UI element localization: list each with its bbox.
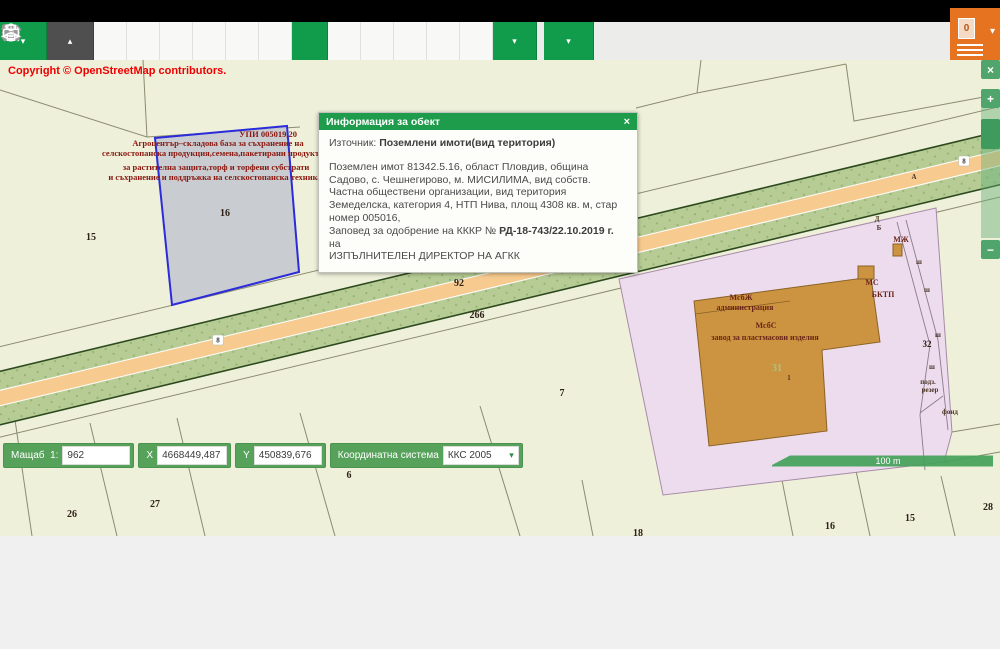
measure-area-button[interactable] (394, 22, 427, 60)
parcel-number-16b: 16 (825, 521, 835, 532)
scalebar: 100 m (772, 456, 993, 467)
measure-distance-button[interactable] (361, 22, 394, 60)
y-segment: Y (235, 443, 326, 468)
zoom-slider-track[interactable] (981, 108, 1000, 238)
selection-menu-button[interactable]: 0 ▾ (950, 8, 1000, 60)
printer-icon (0, 22, 22, 44)
close-icon[interactable]: × (624, 116, 630, 128)
svg-text:100 m: 100 m (875, 456, 900, 466)
label-sh-1: ш (916, 258, 922, 266)
zoom-extent-out-button[interactable] (259, 22, 292, 60)
admin-building-label-1: МсбЖ (729, 293, 752, 302)
factory-label-2: завод за пластмасови изделия (711, 333, 819, 342)
crs-selected-value: ККС 2005 (448, 450, 509, 461)
building-number-1: 1 (787, 374, 791, 382)
zoom-in-button[interactable] (94, 22, 127, 60)
y-label: Y (239, 450, 254, 461)
parcel-desc-line1: Агроцентър–складова база за съхранение н… (132, 138, 304, 148)
parcel-number-15: 15 (86, 232, 96, 243)
parcel-desc-line3: за растителна защита,торф и торфени субс… (123, 162, 310, 172)
label-ms: МС (865, 278, 879, 287)
label-sh-3: ш (935, 331, 941, 339)
scale-input[interactable] (62, 446, 130, 465)
object-info-popup: Информация за обект × Източник: Поземлен… (318, 112, 638, 273)
x-label: X (142, 450, 157, 461)
parcel-desc-line4: и съхранение и поддръжка на селскостопан… (108, 172, 322, 182)
toolbar: ▾ ▴ (0, 22, 950, 60)
map-close-button[interactable]: × (981, 60, 1000, 79)
crs-segment: Координатна система ККС 2005 ▾ (330, 443, 523, 468)
toolbar-spacer (537, 22, 544, 60)
zoom-extent-in-button[interactable] (226, 22, 259, 60)
parcel-desc-line2: селскостопанска продукция,семена,пакетир… (102, 148, 324, 158)
label-fond: фонд (942, 408, 958, 416)
scale-segment: Мащаб 1: (3, 443, 134, 468)
parcel-number-32: 32 (923, 339, 933, 349)
label-d: Д (875, 215, 880, 223)
label-rezer: резер (922, 386, 939, 394)
layers-button[interactable]: ▴ (47, 22, 94, 60)
zoom-slider-plus-button[interactable]: + (981, 89, 1000, 108)
x-coordinate-input[interactable] (157, 446, 227, 465)
chevron-down-icon: ▾ (509, 450, 514, 461)
parcel-number-92: 92 (454, 278, 464, 289)
parcel-number-6: 6 (347, 470, 352, 481)
globe-button[interactable] (193, 22, 226, 60)
svg-text:8: 8 (216, 337, 220, 345)
popup-title: Информация за обект (326, 116, 624, 128)
popup-header: Информация за обект × (319, 113, 637, 130)
source-value: Поземлени имоти(вид територия) (379, 137, 555, 149)
road-shield-east: 8 (959, 156, 970, 166)
road-letter-a-east: А (911, 173, 916, 181)
crs-label: Координатна система (334, 450, 443, 461)
selection-count-badge: 0 (958, 18, 975, 39)
chevron-up-icon: ▴ (68, 37, 73, 46)
popup-order-line: Заповед за одобрение на КККР № РД-18-743… (329, 225, 627, 251)
zoom-slider-handle[interactable] (981, 119, 1000, 149)
parcel-number-266: 266 (470, 310, 485, 321)
measure-settings-button[interactable] (328, 22, 361, 60)
factory-label-1: МсбС (756, 321, 777, 330)
chevron-down-icon: ▾ (990, 26, 995, 37)
zoom-out-button[interactable] (127, 22, 160, 60)
parcel-number-18: 18 (633, 528, 643, 536)
chevron-down-icon: ▾ (566, 37, 571, 46)
select-area-button[interactable] (460, 22, 493, 60)
crs-select[interactable]: ККС 2005 ▾ (443, 446, 519, 465)
scale-label: Мащаб 1: (7, 450, 62, 461)
popup-order-line2: ИЗПЪЛНИТЕЛЕН ДИРЕКТОР НА АГКК (329, 250, 627, 263)
popup-body: Източник: Поземлени имоти(вид територия)… (319, 130, 637, 272)
label-mj: МЖ (893, 235, 909, 244)
road-shield-west: 8 (213, 335, 224, 345)
label-sh-2: ш (924, 286, 930, 294)
label-b: Б (877, 224, 882, 232)
status-bar: Мащаб 1: X Y Координатна система ККС 200… (3, 443, 523, 468)
label-bktp: БКТП (872, 290, 895, 299)
popup-parcel-text: Поземлен имот 81342.5.16, област Пловдив… (329, 161, 627, 225)
popup-source-line: Източник: Поземлени имоти(вид територия) (329, 137, 627, 150)
parcel-number-28: 28 (983, 502, 993, 513)
y-coordinate-input[interactable] (254, 446, 322, 465)
parcel-number-26: 26 (67, 509, 77, 520)
upload-button[interactable] (427, 22, 460, 60)
label-sh-4: ш (929, 363, 935, 371)
osm-copyright: Copyright © OpenStreetMap contributors. (8, 65, 226, 77)
hamburger-icon (957, 44, 983, 59)
parcel-number-27: 27 (150, 499, 160, 510)
print-button[interactable]: ▾ (544, 22, 594, 60)
parcel-number-7: 7 (560, 388, 565, 399)
chevron-down-icon: ▾ (512, 37, 517, 46)
label-podz: подз. (920, 378, 936, 386)
pan-button[interactable] (160, 22, 193, 60)
zoom-slider-minus-button[interactable]: − (981, 240, 1000, 259)
admin-building-label-2: администрация (717, 303, 775, 312)
layer-info-button[interactable]: ▾ (493, 22, 537, 60)
identify-button[interactable] (292, 22, 328, 60)
source-label: Източник: (329, 137, 376, 149)
parcel-number-15b: 15 (905, 513, 915, 524)
x-segment: X (138, 443, 231, 468)
parcel-number-31: 31 (772, 363, 782, 374)
parcel-number-16: 16 (220, 208, 230, 219)
svg-text:8: 8 (962, 158, 966, 166)
